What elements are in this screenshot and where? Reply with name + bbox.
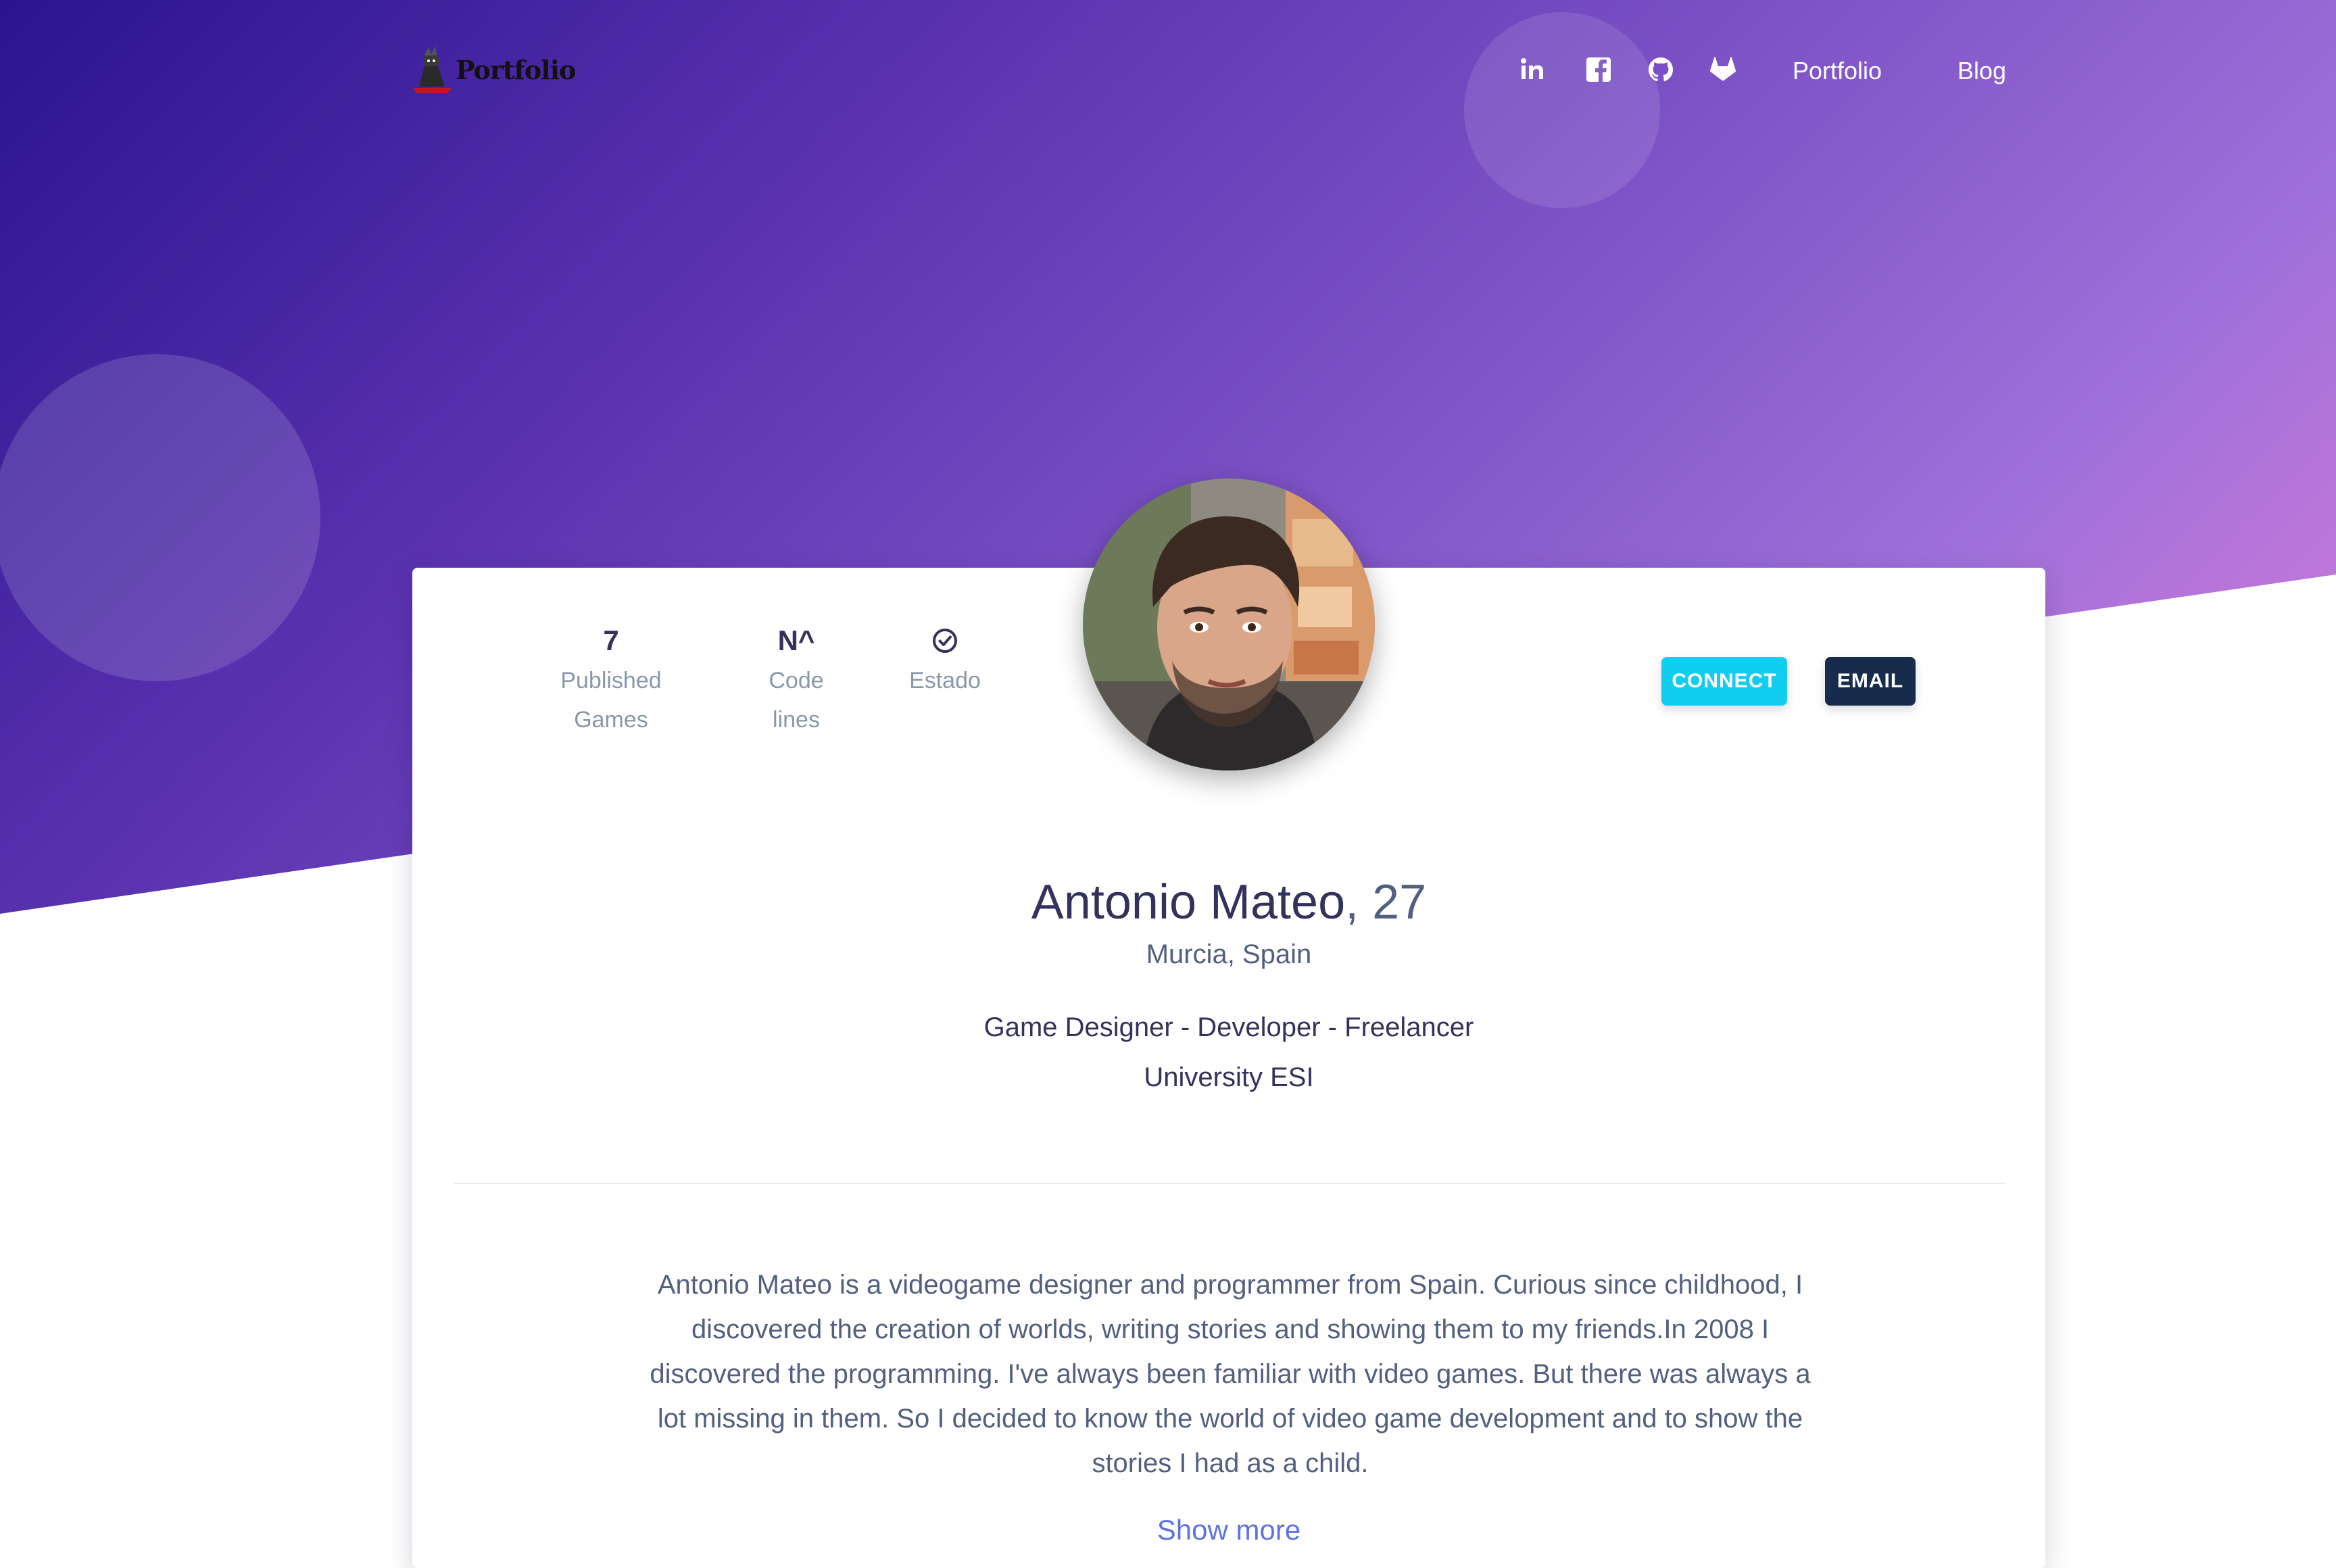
stat-label: Published Games [560, 668, 662, 733]
check-circle-icon [933, 629, 957, 653]
profile-roles: Game Designer - Developer - Freelancer [983, 1012, 1474, 1042]
nav-link-portfolio[interactable]: Portfolio [1793, 54, 1882, 88]
decorative-circle [0, 354, 320, 681]
stat-published-games: 7 Published Games [530, 620, 692, 739]
navbar: Portfolio Portfolio Blog [0, 0, 2336, 149]
gitlab-icon[interactable] [1705, 51, 1741, 88]
nav-link-blog[interactable]: Blog [1957, 54, 2006, 88]
profile-name: Antonio Mateo [1031, 875, 1346, 929]
profile-name-heading: Antonio Mateo, 27 [412, 872, 2045, 933]
divider [454, 1183, 2006, 1184]
profile-location: Murcia, Spain [1146, 939, 1312, 969]
email-button[interactable]: EMAIL [1825, 657, 1916, 706]
profile-age: , 27 [1345, 875, 1427, 929]
facebook-icon[interactable] [1580, 51, 1617, 88]
stat-label: Code lines [769, 668, 824, 733]
connect-button[interactable]: CONNECT [1661, 657, 1787, 706]
avatar-photo [1083, 479, 1375, 770]
stat-value: N^ [777, 624, 815, 656]
profile-university: University ESI [1144, 1062, 1314, 1092]
stat-icon-wrapper [864, 620, 1026, 661]
brand-logo-icon [414, 46, 452, 93]
brand-text: Portfolio [456, 54, 576, 85]
stat-label: Estado [909, 668, 981, 693]
avatar [1083, 479, 1375, 770]
brand-logo-link[interactable]: Portfolio [411, 46, 576, 93]
github-icon[interactable] [1642, 51, 1679, 88]
stat-estado: Estado [864, 620, 1026, 700]
linkedin-icon[interactable] [1514, 51, 1551, 88]
stat-value: 7 [603, 624, 619, 656]
stat-code-lines: N^ Code lines [715, 620, 877, 739]
show-more-link[interactable]: Show more [412, 1514, 2045, 1546]
profile-bio: Antonio Mateo is a videogame designer an… [650, 1270, 1811, 1478]
